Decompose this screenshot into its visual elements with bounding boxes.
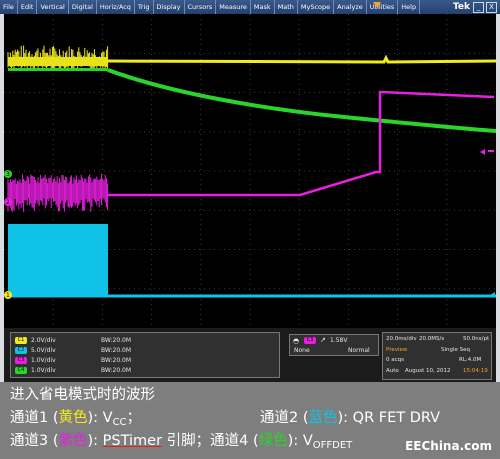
- channel-3-badge: C3: [15, 357, 27, 364]
- channel-1-bw: BW:20.0M: [101, 337, 132, 344]
- marker-ch3-label: 3: [6, 171, 10, 178]
- caption-line-2a: 通道1 (黄色): VCC；: [10, 409, 141, 432]
- caption-color-yellow: 黄色: [58, 410, 88, 426]
- caption-color-purple: 紫色: [58, 433, 88, 449]
- brand-logo: Tek: [452, 2, 470, 12]
- menu-trig[interactable]: Trig: [135, 0, 154, 14]
- control-panel: C1 2.0V/div BW:20.0M C2 5.0V/div BW:20.0M C3…: [4, 328, 496, 382]
- channel-3-trace: [108, 90, 495, 197]
- caption-text: ):: [87, 433, 103, 449]
- trigger-slope-icon: ↗: [320, 336, 326, 344]
- menu-digital[interactable]: Digital: [69, 0, 97, 14]
- channel-3-scale: 1.0V/div: [31, 357, 56, 364]
- sample-rate: 20.0MS/s: [419, 336, 445, 342]
- menu-file[interactable]: File: [0, 0, 18, 14]
- menu-vertical[interactable]: Vertical: [37, 0, 69, 14]
- menu-mask[interactable]: Mask: [251, 0, 275, 14]
- caption-text: 通道1 (: [10, 410, 59, 426]
- close-button[interactable]: X: [486, 2, 497, 13]
- marker-ch2-label: 2: [6, 199, 10, 206]
- channel-2-trace-block: [8, 224, 108, 297]
- menu-utilities[interactable]: Utilities: [367, 0, 399, 14]
- acq-seq: Single Seq: [441, 347, 471, 353]
- trigger-mode-left: None: [294, 347, 310, 354]
- menu-cursors[interactable]: Cursors: [185, 0, 217, 14]
- menu-edit[interactable]: Edit: [18, 0, 38, 14]
- trigger-position-icon[interactable]: [373, 2, 381, 8]
- channel-row-4[interactable]: C4 1.0V/div BW:20.0M: [15, 366, 275, 376]
- channel-settings-box: C1 2.0V/div BW:20.0M C2 5.0V/div BW:20.0M C3…: [10, 332, 280, 378]
- channel-4-bw: BW:20.0M: [101, 367, 132, 374]
- caption-line-3: 通道3 (紫色): PSTimer 引脚；通道4 (绿色): VOFFDET: [10, 432, 352, 455]
- trigger-channel-badge: C3: [304, 337, 316, 344]
- caption-text: ；: [126, 410, 142, 426]
- caption-text: ): V: [287, 433, 313, 449]
- caption: 进入省电模式时的波形 通道1 (黄色): VCC； 通道2 (蓝色): QR F…: [0, 382, 500, 459]
- time-display: 15:04:19: [463, 368, 488, 374]
- date-display: August 10, 2012: [405, 368, 451, 374]
- caption-underlined-term: PSTimer: [102, 433, 163, 449]
- watermark: EEChina.com: [405, 439, 492, 453]
- marker-ch3[interactable]: 3: [4, 170, 12, 178]
- channel-row-1[interactable]: C1 2.0V/div BW:20.0M: [15, 336, 275, 346]
- record-length: RL:4.0M: [459, 357, 482, 363]
- channel-2-bw: BW:20.0M: [101, 347, 132, 354]
- caption-text: ): V: [87, 410, 113, 426]
- channel-1-trace-band: [8, 57, 108, 66]
- menu-math[interactable]: Math: [275, 0, 298, 14]
- acq-status: Preview: [386, 347, 408, 353]
- menu-help[interactable]: Help: [398, 0, 421, 14]
- marker-ch1[interactable]: 1: [4, 291, 12, 299]
- caption-text: 引脚；通道4 (: [162, 433, 259, 449]
- channel-4-scale: 1.0V/div: [31, 367, 56, 374]
- channel-1-scale: 2.0V/div: [31, 337, 56, 344]
- timebase: 20.0ms/div: [386, 336, 417, 342]
- horizontal-settings-box[interactable]: 20.0ms/div 20.0MS/s 50.0ns/pt Preview Si…: [382, 332, 492, 380]
- menu-measure[interactable]: Measure: [216, 0, 251, 14]
- caption-text: 通道3 (: [10, 433, 59, 449]
- channel-row-3[interactable]: C3 1.0V/div BW:20.0M: [15, 356, 275, 366]
- caption-title: 进入省电模式时的波形: [10, 387, 155, 403]
- right-arrow-icon: [480, 149, 485, 155]
- caption-subscript: CC: [112, 417, 127, 428]
- channel-2-scale: 5.0V/div: [31, 347, 56, 354]
- trigger-type-icon: ◓: [293, 337, 300, 345]
- caption-text: 通道2 (: [260, 410, 309, 426]
- menu-horiz-acq[interactable]: Horiz/Acq: [97, 0, 135, 14]
- auto-label: Auto: [386, 368, 399, 374]
- trigger-mode-right: Normal: [348, 347, 370, 354]
- resolution: 50.0ns/pt: [463, 336, 490, 342]
- menu-bar: File Edit Vertical Digital Horiz/Acq Tri…: [0, 0, 500, 14]
- channel-2-badge: C2: [15, 347, 27, 354]
- channel-1-trace: [107, 54, 496, 64]
- channel-1-badge: C1: [15, 337, 27, 344]
- marker-ch2[interactable]: 2: [4, 198, 12, 206]
- menu-display[interactable]: Display: [154, 0, 185, 14]
- channel-4-badge: C4: [15, 367, 27, 374]
- acq-count: 0 acqs: [386, 357, 404, 363]
- channel-4-trace-band: [8, 68, 108, 71]
- caption-color-green: 绿色: [258, 433, 288, 449]
- caption-line-2b: 通道2 (蓝色): QR FET DRV: [260, 409, 440, 428]
- menu-myscope[interactable]: MyScope: [298, 0, 335, 14]
- minimize-button[interactable]: _: [473, 2, 484, 13]
- channel-3-trace-noise: [7, 174, 109, 212]
- caption-subscript: OFFDET: [312, 440, 353, 451]
- channel-4-trace: [107, 68, 496, 133]
- caption-text: ): QR FET DRV: [337, 410, 441, 426]
- channel-3-bw: BW:20.0M: [101, 357, 132, 364]
- trigger-settings-box[interactable]: ◓ C3 ↗ 1.58V None Normal: [289, 334, 379, 356]
- marker-ch1-label: 1: [6, 292, 10, 299]
- waveform-display: 3 2 1: [4, 14, 496, 328]
- channel-row-2[interactable]: C2 5.0V/div BW:20.0M: [15, 346, 275, 356]
- caption-color-blue: 蓝色: [308, 410, 338, 426]
- menu-analyze[interactable]: Analyze: [334, 0, 367, 14]
- trigger-level: 1.58V: [330, 337, 348, 344]
